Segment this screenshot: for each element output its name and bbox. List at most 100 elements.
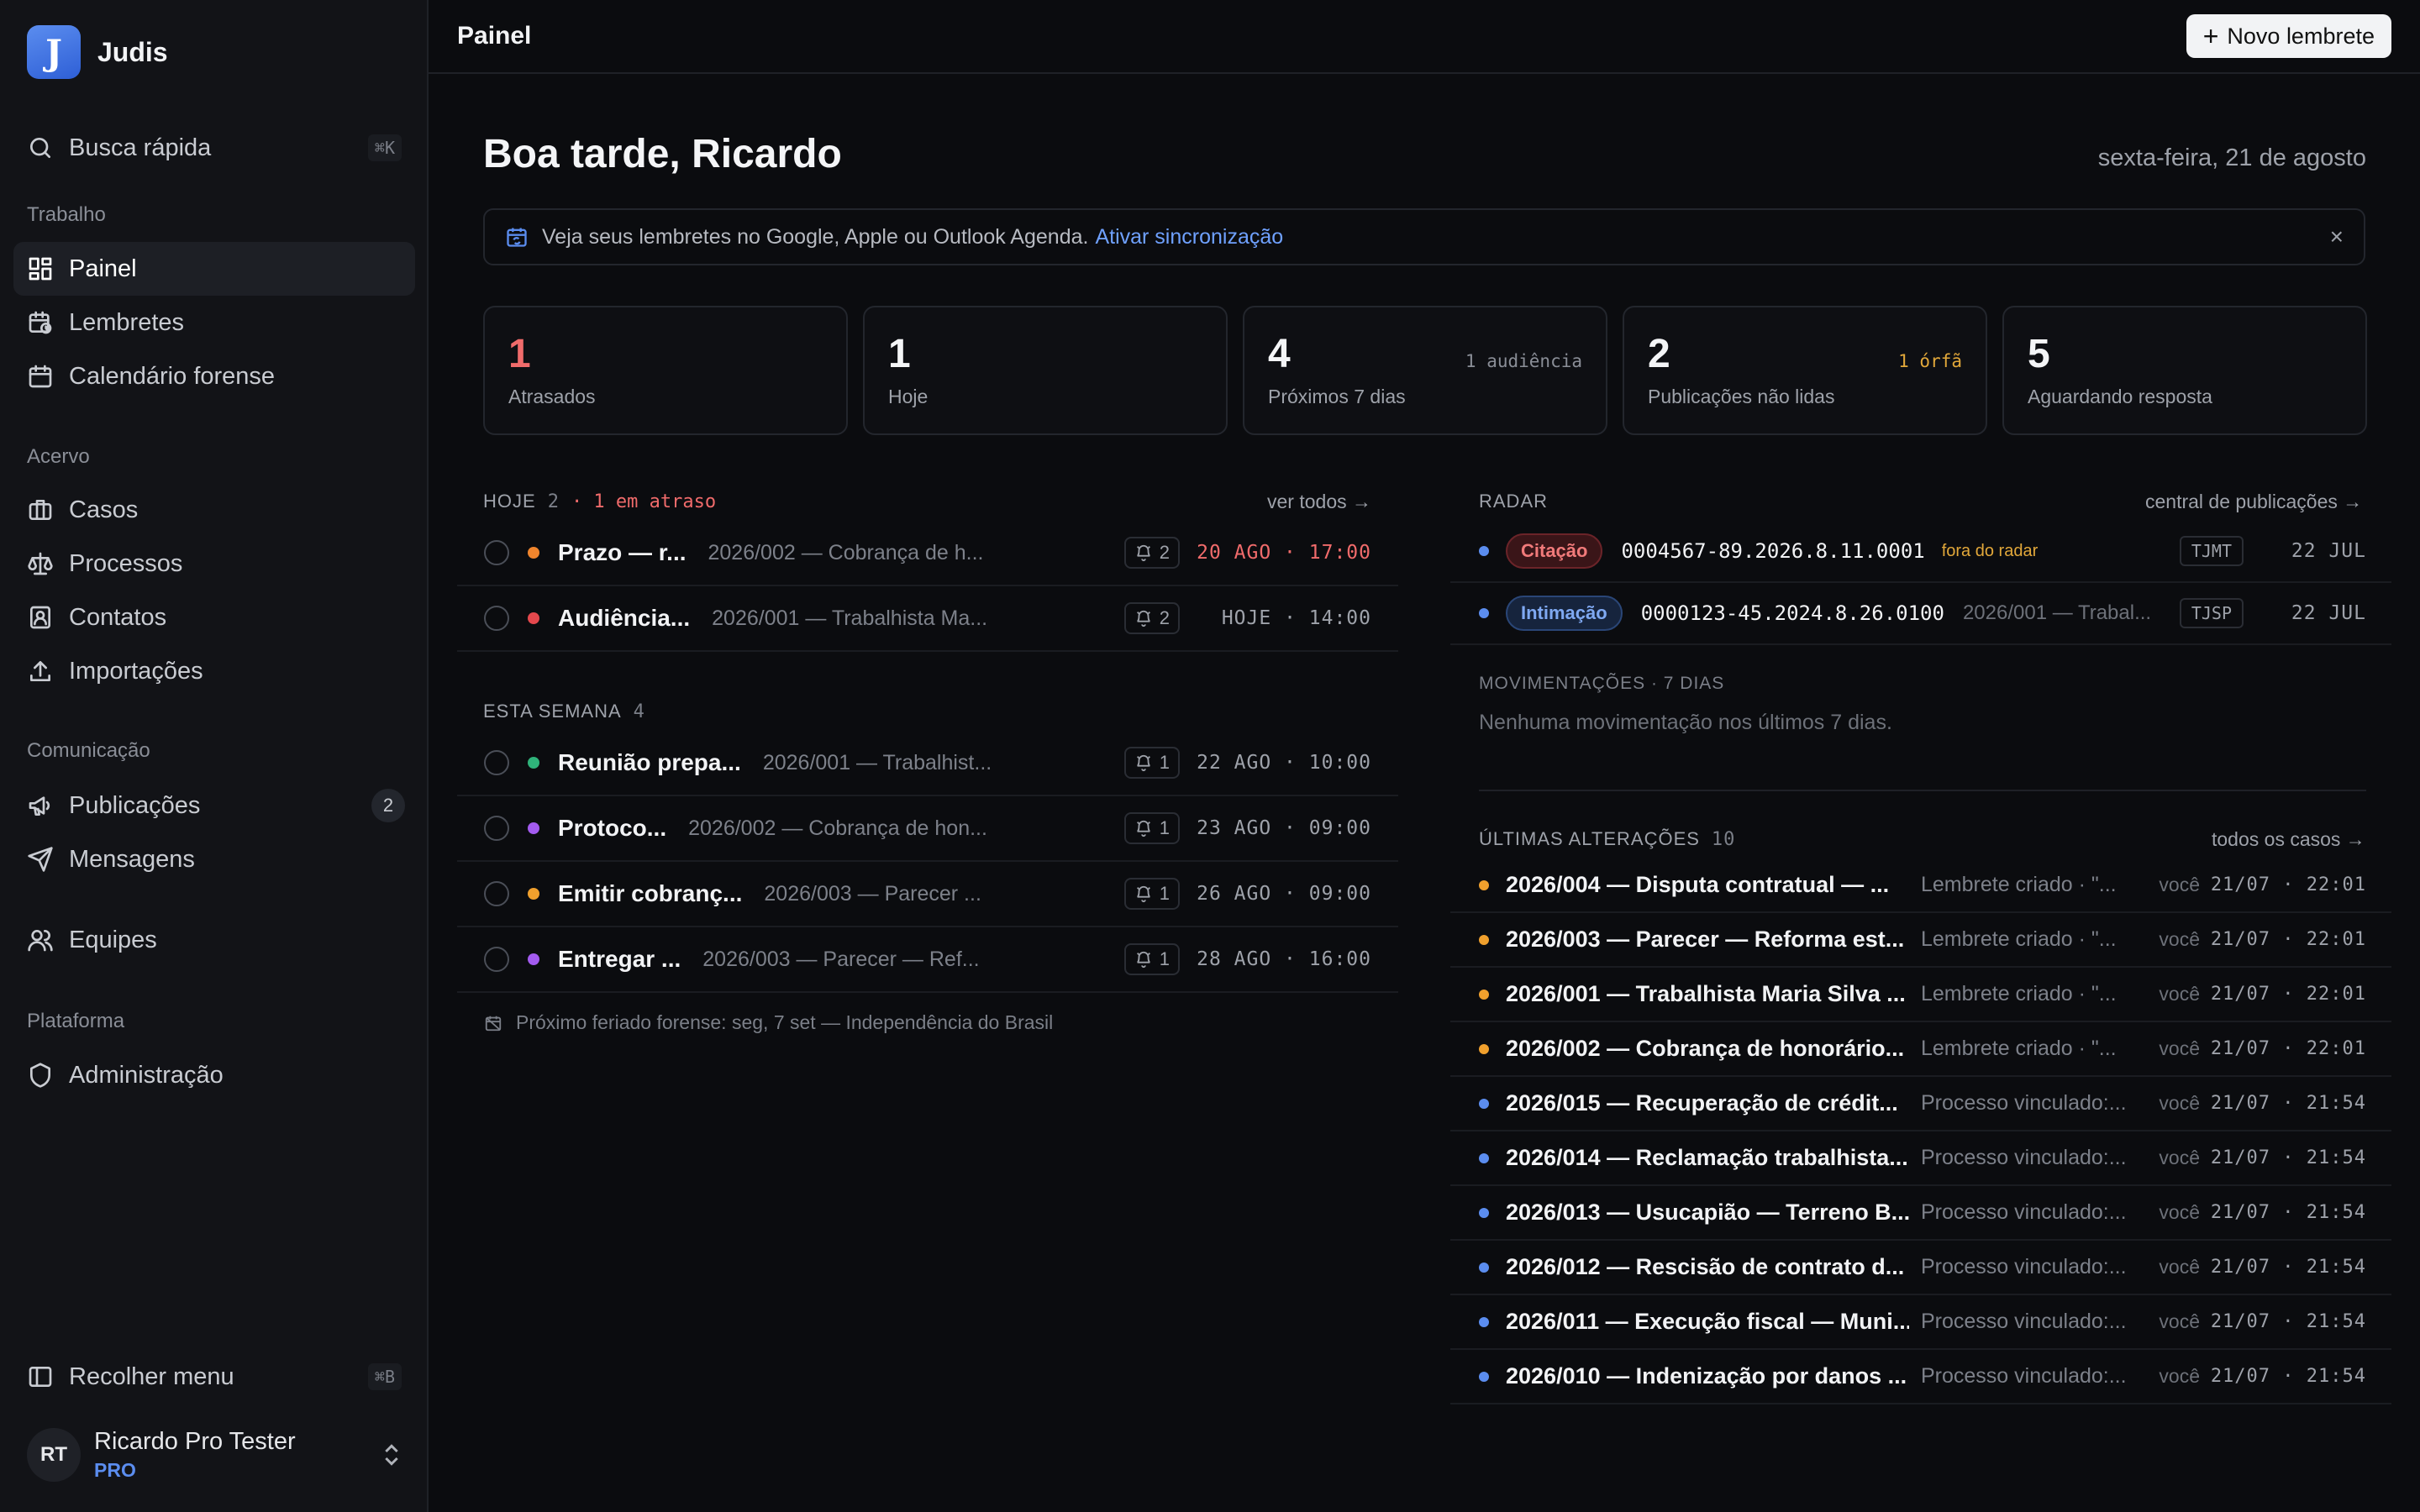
sidebar-item-mensagens[interactable]: Mensagens — [13, 832, 415, 886]
change-time: 21/07 · 21:54 — [2210, 1093, 2366, 1114]
task-title: Emitir cobranç... — [558, 880, 743, 906]
task-checkbox[interactable] — [484, 606, 509, 631]
sidebar-item-publicacoes[interactable]: Publicações 2 — [13, 779, 415, 832]
task-row[interactable]: Protoco... 2026/002 — Cobrança de hon... 1… — [457, 796, 1398, 862]
change-row[interactable]: 2026/003 — Parecer — Reforma est... Lembr… — [1450, 913, 2391, 968]
sidebar-item-casos[interactable]: Casos — [13, 483, 415, 537]
today-heading-label: HOJE — [483, 491, 536, 512]
change-description: Processo vinculado:... — [1921, 1200, 2127, 1224]
collapse-menu-shortcut: ⌘B — [367, 1363, 402, 1390]
status-dot — [1479, 546, 1489, 556]
send-icon — [27, 846, 54, 873]
stat-label: Aguardando resposta — [2028, 386, 2212, 407]
change-row[interactable]: 2026/011 — Execução fiscal — Muni... Proc… — [1450, 1295, 2391, 1350]
status-dot — [528, 953, 539, 965]
task-row[interactable]: Reunião prepa... 2026/001 — Trabalhist...… — [457, 731, 1398, 796]
sidebar-item-administracao[interactable]: Administração — [13, 1048, 415, 1102]
change-description: Lembrete criado · "... — [1921, 873, 2117, 896]
radar-case: 2026/001 — Trabal... — [1962, 601, 2152, 624]
change-row[interactable]: 2026/001 — Trabalhista Maria Silva ... Le… — [1450, 968, 2391, 1022]
user-menu[interactable]: RT Ricardo Pro Tester PRO — [27, 1428, 405, 1482]
task-when: 23 AGO · 09:00 — [1197, 817, 1371, 839]
stat-card-publicacoes[interactable]: 2 Publicações não lidas 1 órfã — [1623, 306, 1987, 435]
reminder-count-badge[interactable]: 2 — [1123, 537, 1180, 569]
new-reminder-button[interactable]: + Novo lembrete — [2186, 14, 2391, 58]
change-row[interactable]: 2026/004 — Disputa contratual — ... Lembr… — [1450, 858, 2391, 913]
change-author: você — [2159, 1201, 2200, 1223]
sidebar-item-processos[interactable]: Processos — [13, 537, 415, 591]
collapse-menu-button[interactable]: Recolher menu ⌘B — [13, 1350, 415, 1404]
radar-tag: fora do radar — [1941, 541, 2039, 560]
change-author: você — [2159, 1310, 2200, 1332]
task-row[interactable]: Prazo — r... 2026/002 — Cobrança de h... 2… — [457, 521, 1398, 586]
reminder-count-badge[interactable]: 1 — [1123, 812, 1180, 844]
stat-card-proximos[interactable]: 4 Próximos 7 dias 1 audiência — [1243, 306, 1607, 435]
change-author: você — [2159, 1037, 2200, 1059]
activate-sync-link[interactable]: Ativar sincronização — [1095, 225, 1283, 249]
stat-card-aguardando[interactable]: 5 Aguardando resposta — [2002, 306, 2367, 435]
publications-center-link[interactable]: central de publicações → — [2145, 491, 2362, 513]
task-when: HOJE · 14:00 — [1221, 607, 1371, 629]
chevron-up-down-icon[interactable] — [378, 1441, 405, 1473]
reminder-count-badge[interactable]: 2 — [1123, 602, 1180, 634]
brand[interactable]: J Judis — [27, 25, 427, 79]
change-title: 2026/014 — Reclamação trabalhista... — [1506, 1145, 1908, 1170]
radar-row[interactable]: Citação 0004567-89.2026.8.11.0001 fora do … — [1450, 521, 2391, 583]
section-label-comunicacao: Comunicação — [27, 739, 150, 762]
stat-label: Atrasados — [508, 386, 596, 407]
reminder-count-badge[interactable]: 1 — [1123, 878, 1180, 910]
reminder-count-badge[interactable]: 1 — [1123, 943, 1180, 975]
sidebar-item-painel[interactable]: Painel — [13, 242, 415, 296]
quick-search-button[interactable]: Busca rápida ⌘K — [13, 121, 415, 175]
reminder-count: 1 — [1159, 883, 1170, 904]
sidebar-item-label: Equipes — [69, 926, 157, 953]
task-checkbox[interactable] — [484, 540, 509, 565]
sidebar-item-calendario[interactable]: Calendário forense — [13, 349, 415, 403]
task-row[interactable]: Entregar ... 2026/003 — Parecer — Ref... 1… — [457, 927, 1398, 993]
judis-logo-icon: J — [27, 25, 81, 79]
stat-label: Hoje — [888, 386, 929, 407]
changes-count: 10 — [1711, 828, 1736, 850]
week-heading-label: ESTA SEMANA — [483, 701, 622, 722]
close-icon[interactable]: × — [2330, 223, 2344, 250]
bell-icon — [1134, 885, 1153, 903]
shield-icon — [27, 1062, 54, 1089]
change-row[interactable]: 2026/014 — Reclamação trabalhista... Proc… — [1450, 1131, 2391, 1186]
sidebar-item-importacoes[interactable]: Importações — [13, 644, 415, 698]
status-dot — [528, 757, 539, 769]
reminder-count: 2 — [1159, 607, 1170, 628]
task-checkbox[interactable] — [484, 750, 509, 775]
sidebar-item-equipes[interactable]: Equipes — [13, 913, 415, 967]
task-checkbox[interactable] — [484, 816, 509, 841]
change-row[interactable]: 2026/013 — Usucapião — Terreno B... Proce… — [1450, 1186, 2391, 1241]
change-row[interactable]: 2026/012 — Rescisão de contrato d... Proc… — [1450, 1241, 2391, 1295]
divider — [1479, 790, 2366, 791]
change-description: Processo vinculado:... — [1921, 1091, 2127, 1115]
change-title: 2026/013 — Usucapião — Terreno B... — [1506, 1200, 1909, 1225]
stat-card-hoje[interactable]: 1 Hoje — [863, 306, 1228, 435]
task-row[interactable]: Emitir cobranç... 2026/003 — Parecer ... 1… — [457, 862, 1398, 927]
change-description: Processo vinculado:... — [1921, 1146, 2127, 1169]
upload-icon — [27, 658, 54, 685]
change-author: você — [2159, 1092, 2200, 1114]
bell-icon — [1134, 950, 1153, 969]
reminder-count-badge[interactable]: 1 — [1123, 747, 1180, 779]
current-date: sexta-feira, 21 de agosto — [2097, 144, 2366, 171]
see-all-link[interactable]: ver todos → — [1267, 491, 1371, 513]
task-row[interactable]: Audiência... 2026/001 — Trabalhista Ma...… — [457, 586, 1398, 652]
stat-card-atrasados[interactable]: 1 Atrasados — [483, 306, 848, 435]
change-row[interactable]: 2026/002 — Cobrança de honorário... Lembr… — [1450, 1022, 2391, 1077]
all-cases-link[interactable]: todos os casos → — [2212, 828, 2365, 851]
change-row[interactable]: 2026/015 — Recuperação de crédit... Proce… — [1450, 1077, 2391, 1131]
sidebar-item-lembretes[interactable]: Lembretes — [13, 296, 415, 349]
change-title: 2026/015 — Recuperação de crédit... — [1506, 1090, 1898, 1116]
task-checkbox[interactable] — [484, 947, 509, 972]
sidebar-item-label: Painel — [69, 255, 137, 282]
change-time: 21/07 · 22:01 — [2210, 984, 2366, 1005]
change-row[interactable]: 2026/010 — Indenização por danos ... Proc… — [1450, 1350, 2391, 1404]
task-checkbox[interactable] — [484, 881, 509, 906]
radar-row[interactable]: Intimação 0000123-45.2024.8.26.0100 2026/0… — [1450, 583, 2391, 645]
task-when: 20 AGO · 17:00 — [1197, 542, 1371, 564]
sidebar-item-contatos[interactable]: Contatos — [13, 591, 415, 644]
plus-icon: + — [2202, 21, 2219, 51]
